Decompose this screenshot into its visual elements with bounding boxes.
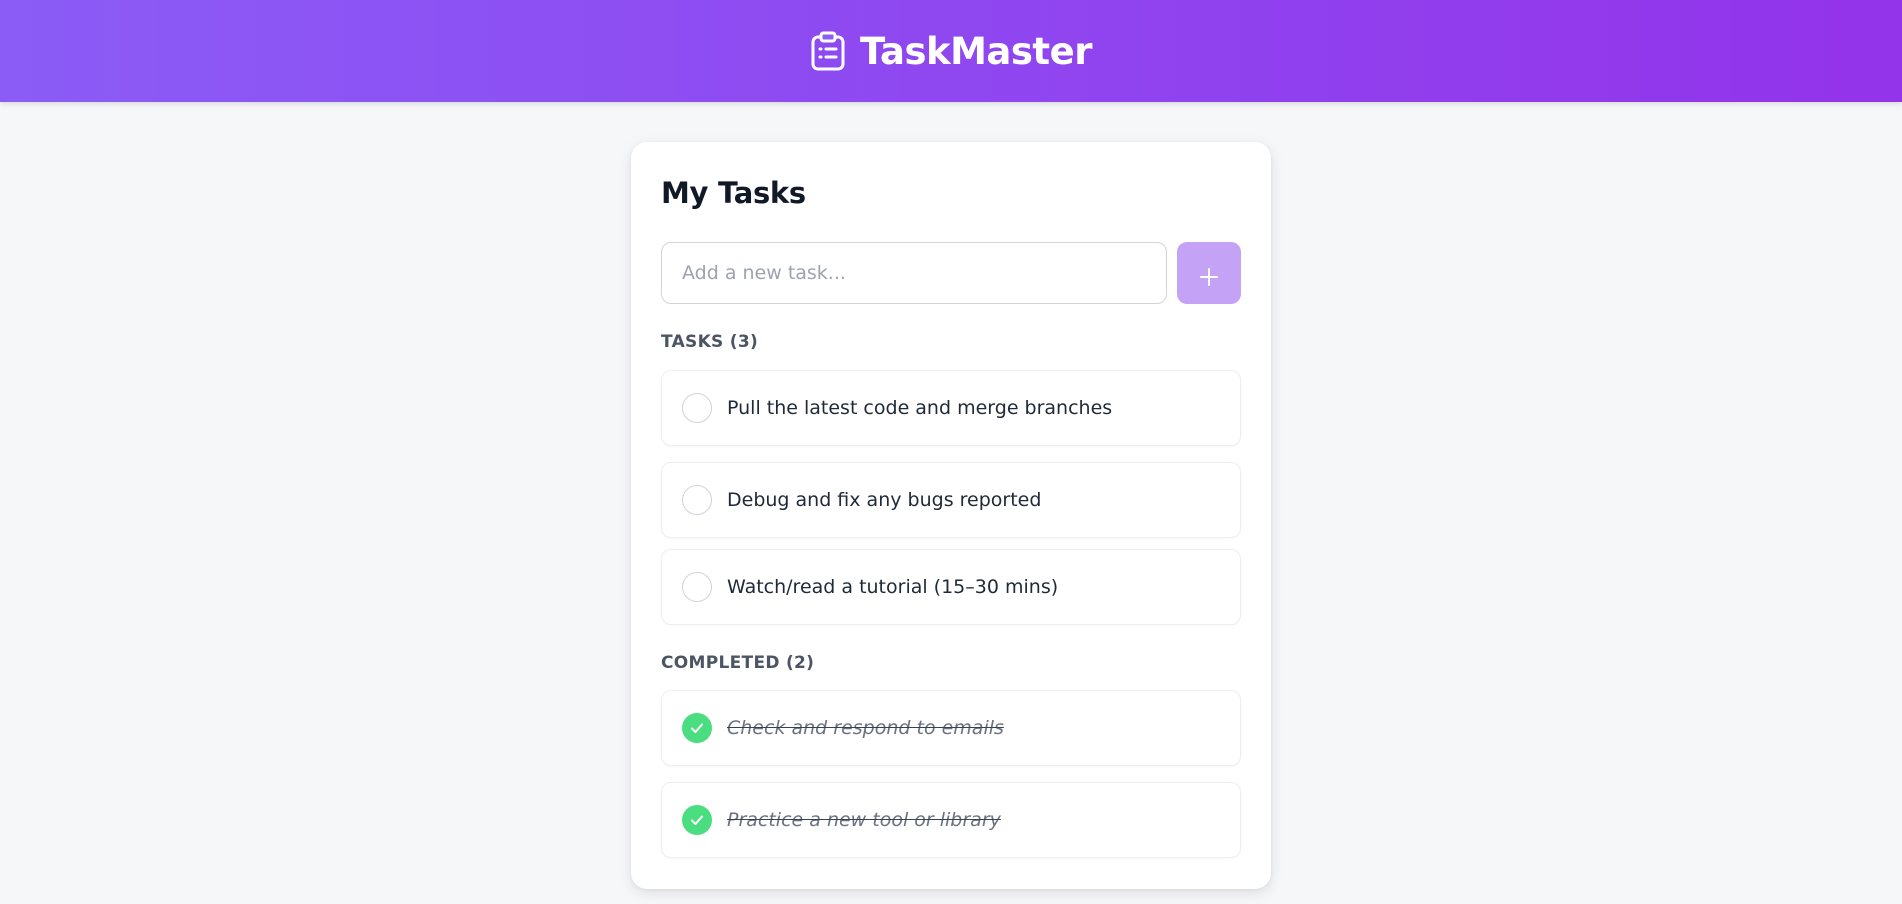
task-label: Pull the latest code and merge branches <box>727 397 1113 419</box>
tasks-section-label: TASKS (3) <box>661 332 759 352</box>
task-label: Check and respond to emails <box>727 717 1004 739</box>
add-task-row <box>661 242 1241 304</box>
task-label: Practice a new tool or library <box>727 809 1001 831</box>
tasks-card: My Tasks TASKS (3) Pull the latest code … <box>631 142 1271 889</box>
task-item[interactable]: Debug and fix any bugs reported <box>661 462 1241 538</box>
completed-task-item[interactable]: Check and respond to emails <box>661 690 1241 766</box>
page-title: My Tasks <box>661 176 806 210</box>
app-title: TaskMaster <box>860 29 1092 73</box>
task-checkbox[interactable] <box>682 485 712 515</box>
completed-task-item[interactable]: Practice a new tool or library <box>661 782 1241 858</box>
app-header: TaskMaster <box>0 0 1902 102</box>
task-checkbox-checked[interactable] <box>682 713 712 743</box>
task-checkbox-checked[interactable] <box>682 805 712 835</box>
task-checkbox[interactable] <box>682 393 712 423</box>
checkmark-icon <box>689 720 705 736</box>
task-item[interactable]: Watch/read a tutorial (15–30 mins) <box>661 549 1241 625</box>
task-item[interactable]: Pull the latest code and merge branches <box>661 370 1241 446</box>
brand: TaskMaster <box>810 30 1092 73</box>
add-task-button[interactable] <box>1177 242 1241 304</box>
task-checkbox[interactable] <box>682 572 712 602</box>
clipboard-list-icon <box>810 31 846 71</box>
task-label: Debug and fix any bugs reported <box>727 489 1042 511</box>
task-label: Watch/read a tutorial (15–30 mins) <box>727 576 1059 598</box>
completed-section-label: COMPLETED (2) <box>661 653 815 673</box>
plus-icon <box>1198 262 1220 286</box>
checkmark-icon <box>689 812 705 828</box>
new-task-input[interactable] <box>661 242 1167 304</box>
